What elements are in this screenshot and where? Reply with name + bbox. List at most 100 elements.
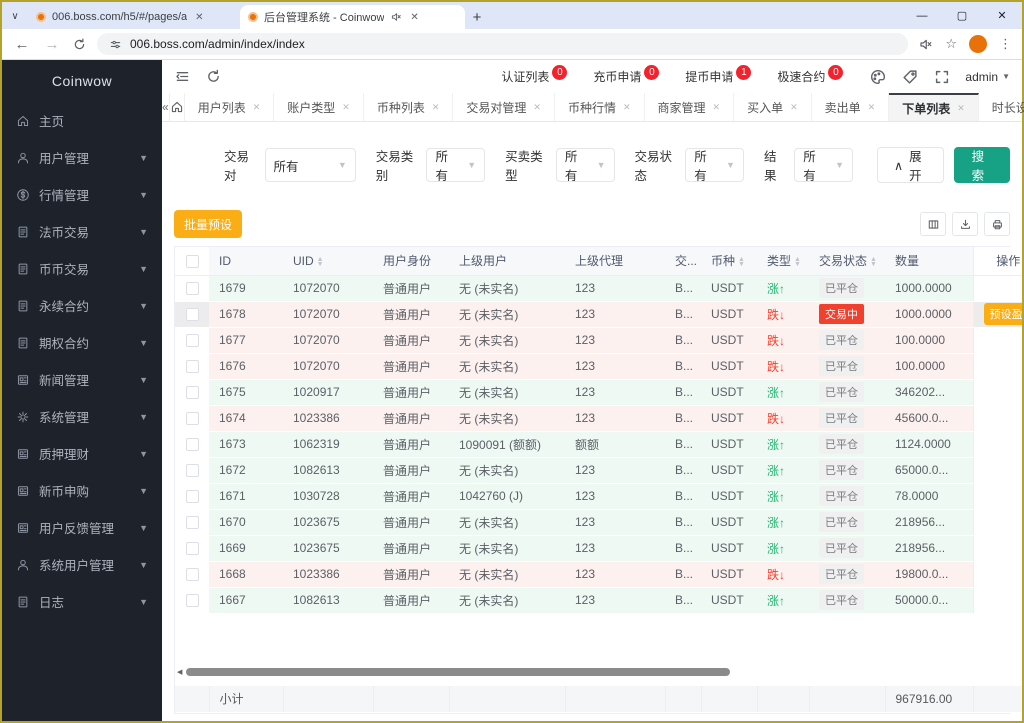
browser-tab-2[interactable]: 后台管理系统 - Coinwow ✕ bbox=[240, 5, 465, 29]
sidebar-item[interactable]: 系统管理 ▼ bbox=[2, 398, 162, 435]
row-checkbox[interactable] bbox=[185, 412, 199, 426]
collapse-menu-icon[interactable] bbox=[174, 68, 191, 85]
forward-icon[interactable]: → bbox=[42, 36, 62, 53]
expand-filters-button[interactable]: ∧ 展开 bbox=[876, 147, 944, 183]
column-header[interactable]: 类型 ▲ ▼ bbox=[757, 247, 809, 276]
tabs-scroll-left-icon[interactable]: « bbox=[162, 93, 170, 121]
row-checkbox[interactable] bbox=[185, 308, 199, 322]
sidebar-item[interactable]: 日志 ▼ bbox=[2, 583, 162, 620]
filter-select[interactable]: 所有 ▼ bbox=[794, 148, 853, 183]
home-tab-icon[interactable] bbox=[170, 93, 185, 121]
row-checkbox[interactable] bbox=[185, 360, 199, 374]
filter-select[interactable]: 所有 ▼ bbox=[685, 148, 744, 183]
page-tab[interactable]: 交易对管理 ✕ bbox=[453, 93, 555, 121]
sort-icon[interactable]: ▲ ▼ bbox=[794, 256, 801, 268]
tune-icon[interactable] bbox=[109, 38, 122, 51]
close-icon[interactable]: ✕ bbox=[533, 102, 541, 113]
column-header[interactable]: UID ▲ ▼ bbox=[283, 247, 373, 276]
row-checkbox[interactable] bbox=[185, 464, 199, 478]
filter-select[interactable]: 所有 ▼ bbox=[264, 148, 356, 182]
tab-search-chevron-icon[interactable]: ∨ bbox=[2, 5, 28, 27]
horizontal-scrollbar[interactable]: ◀▶ bbox=[175, 666, 1022, 678]
sidebar-item[interactable]: 用户反馈管理 ▼ bbox=[2, 509, 162, 546]
header-shortcut[interactable]: 充币申请 0 bbox=[593, 65, 660, 85]
url-bar[interactable]: 006.boss.com/admin/index/index bbox=[97, 33, 909, 55]
page-tab[interactable]: 下单列表 ✕ bbox=[889, 93, 979, 121]
header-shortcut[interactable]: 认证列表 0 bbox=[501, 65, 568, 85]
tab-close-icon[interactable]: ✕ bbox=[408, 12, 420, 23]
reload-icon[interactable] bbox=[72, 37, 87, 52]
window-minimize-button[interactable]: — bbox=[902, 2, 942, 29]
window-maximize-button[interactable]: ▢ bbox=[942, 2, 982, 29]
page-tab[interactable]: 时长设置✕ bbox=[979, 93, 1024, 121]
page-tab[interactable]: 用户列表 ✕ bbox=[185, 93, 275, 121]
sort-icon[interactable]: ▲ ▼ bbox=[317, 256, 324, 268]
close-icon[interactable]: ✕ bbox=[868, 102, 876, 113]
row-checkbox[interactable] bbox=[185, 568, 199, 582]
preset-pnl-button[interactable]: 预设盈亏 bbox=[983, 303, 1022, 325]
header-shortcut[interactable]: 极速合约 0 bbox=[777, 65, 844, 85]
new-tab-button[interactable]: + bbox=[465, 5, 489, 29]
sort-icon[interactable]: ▲ ▼ bbox=[870, 256, 877, 268]
row-checkbox[interactable] bbox=[185, 594, 199, 608]
page-tab[interactable]: 币种行情 ✕ bbox=[555, 93, 645, 121]
sidebar-item[interactable]: 期权合约 ▼ bbox=[2, 324, 162, 361]
close-icon[interactable]: ✕ bbox=[432, 102, 440, 113]
sidebar-item[interactable]: 行情管理 ▼ bbox=[2, 176, 162, 213]
sidebar-item[interactable]: 币币交易 ▼ bbox=[2, 250, 162, 287]
filter-select[interactable]: 所有 ▼ bbox=[426, 148, 486, 183]
filter-select[interactable]: 所有 ▼ bbox=[555, 148, 615, 183]
row-checkbox[interactable] bbox=[185, 516, 199, 530]
fullscreen-icon[interactable] bbox=[933, 68, 951, 86]
row-checkbox[interactable] bbox=[185, 282, 199, 296]
tab-close-icon[interactable]: ✕ bbox=[193, 12, 205, 23]
column-settings-button[interactable] bbox=[920, 212, 946, 236]
print-button[interactable] bbox=[984, 212, 1010, 236]
page-tab[interactable]: 买入单 ✕ bbox=[734, 93, 812, 121]
export-button[interactable] bbox=[952, 212, 978, 236]
close-icon[interactable]: ✕ bbox=[342, 102, 350, 113]
sidebar-item[interactable]: 新币申购 ▼ bbox=[2, 472, 162, 509]
row-checkbox[interactable] bbox=[185, 334, 199, 348]
sidebar-item[interactable]: 新闻管理 ▼ bbox=[2, 361, 162, 398]
row-checkbox[interactable] bbox=[185, 438, 199, 452]
row-checkbox[interactable] bbox=[185, 490, 199, 504]
bookmark-star-icon[interactable]: ☆ bbox=[945, 36, 957, 52]
close-icon[interactable]: ✕ bbox=[623, 102, 631, 113]
scroll-left-icon[interactable]: ◀ bbox=[177, 668, 182, 676]
sidebar-item[interactable]: 主页 bbox=[2, 102, 162, 139]
batch-preset-button[interactable]: 批量预设 bbox=[174, 210, 243, 238]
column-header[interactable]: 币种 ▲ ▼ bbox=[701, 247, 757, 276]
browser-tab-1[interactable]: 006.boss.com/h5/#/pages/a ✕ bbox=[28, 5, 240, 29]
search-button[interactable]: 搜索 bbox=[953, 147, 1011, 183]
theme-palette-icon[interactable] bbox=[869, 68, 887, 86]
back-icon[interactable]: ← bbox=[12, 36, 32, 53]
mute-icon[interactable] bbox=[918, 37, 933, 52]
scrollbar-thumb[interactable] bbox=[186, 668, 730, 676]
refresh-icon[interactable] bbox=[205, 68, 222, 85]
close-icon[interactable]: ✕ bbox=[790, 102, 798, 113]
sidebar-item[interactable]: 用户管理 ▼ bbox=[2, 139, 162, 176]
page-tab[interactable]: 商家管理 ✕ bbox=[645, 93, 735, 121]
sort-icon[interactable]: ▲ ▼ bbox=[738, 256, 745, 268]
select-all-checkbox[interactable] bbox=[185, 254, 199, 268]
sidebar-item[interactable]: 永续合约 ▼ bbox=[2, 287, 162, 324]
page-tab[interactable]: 卖出单 ✕ bbox=[812, 93, 890, 121]
row-checkbox[interactable] bbox=[185, 386, 199, 400]
column-header[interactable]: 交易状态 ▲ ▼ bbox=[809, 247, 885, 276]
profile-avatar[interactable] bbox=[969, 35, 987, 53]
page-tab[interactable]: 币种列表 ✕ bbox=[364, 93, 454, 121]
sidebar-item[interactable]: 质押理财 ▼ bbox=[2, 435, 162, 472]
header-shortcut[interactable]: 提币申请 1 bbox=[685, 65, 752, 85]
sidebar-item[interactable]: 法币交易 ▼ bbox=[2, 213, 162, 250]
sidebar-item[interactable]: 系统用户管理 ▼ bbox=[2, 546, 162, 583]
window-close-button[interactable]: ✕ bbox=[982, 2, 1022, 29]
page-tab[interactable]: 账户类型 ✕ bbox=[274, 93, 364, 121]
close-icon[interactable]: ✕ bbox=[957, 103, 965, 114]
admin-user-menu[interactable]: admin ▼ bbox=[965, 70, 1010, 84]
close-icon[interactable]: ✕ bbox=[713, 102, 721, 113]
browser-menu-icon[interactable]: ⋮ bbox=[999, 36, 1012, 52]
tag-icon[interactable] bbox=[901, 68, 919, 86]
row-checkbox[interactable] bbox=[185, 542, 199, 556]
close-icon[interactable]: ✕ bbox=[253, 102, 261, 113]
